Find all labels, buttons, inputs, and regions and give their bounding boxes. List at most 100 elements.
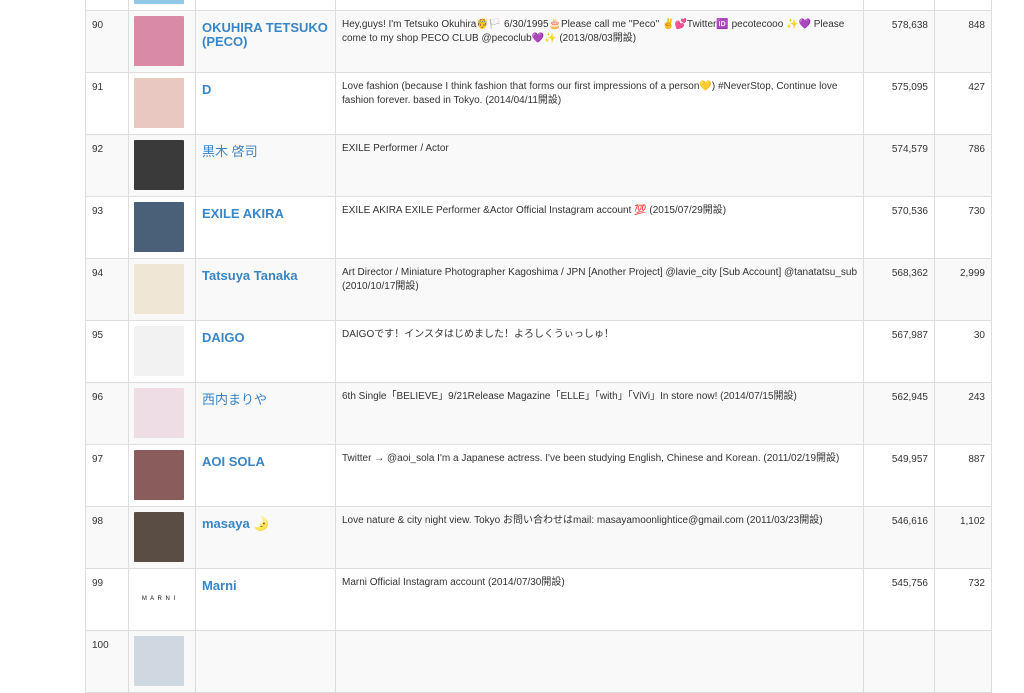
account-name-link[interactable]: D — [202, 83, 211, 97]
followers-cell: 568,362 — [863, 258, 935, 321]
posts-cell: 2,999 — [934, 258, 992, 321]
account-name-link[interactable]: 西内まりや — [202, 393, 267, 407]
bio-cell: DAIGOです！インスタはじめました！よろしくうぃっしゅ！ — [335, 320, 864, 383]
rank-cell: 97 — [85, 444, 129, 507]
followers-cell: 545,756 — [863, 568, 935, 631]
rank-cell: 92 — [85, 134, 129, 197]
table-row: 97 AOI SOLA Twitter → @aoi_sola I'm a Japa… — [85, 444, 992, 507]
rank-cell: 94 — [85, 258, 129, 321]
table-row: 94 Tatsuya Tanaka Art Director / Miniature… — [85, 258, 992, 321]
avatar[interactable]: M A R N I — [134, 574, 184, 624]
posts-cell — [934, 0, 992, 11]
bio-cell: Hey,guys! I'm Tetsuko Okuhira🤴🏳️ 6/30/19… — [335, 10, 864, 73]
avatar-cell — [128, 320, 196, 383]
avatar-cell — [128, 72, 196, 135]
followers-cell: 570,536 — [863, 196, 935, 259]
name-cell: DAIGO — [195, 320, 336, 383]
bio-cell — [335, 0, 864, 11]
avatar-cell — [128, 0, 196, 11]
rank-cell: 99 — [85, 568, 129, 631]
rank-cell: 93 — [85, 196, 129, 259]
posts-cell: 30 — [934, 320, 992, 383]
posts-cell: 848 — [934, 10, 992, 73]
avatar[interactable] — [134, 264, 184, 314]
table-row: 89 — [85, 0, 992, 11]
avatar-cell: M A R N I — [128, 568, 196, 631]
table-row: 98 masaya 🌛 Love nature & city night view.… — [85, 506, 992, 569]
avatar[interactable] — [134, 636, 184, 686]
followers-cell: 549,957 — [863, 444, 935, 507]
avatar[interactable] — [134, 450, 184, 500]
bio-cell: Twitter → @aoi_sola I'm a Japanese actre… — [335, 444, 864, 507]
ranking-table-wrapper: 8990 OKUHIRA TETSUKO (PECO)Hey,guys! I'm … — [85, 0, 992, 693]
account-name-link[interactable]: AOI SOLA — [202, 455, 265, 469]
account-name-link[interactable]: OKUHIRA TETSUKO (PECO) — [202, 21, 329, 49]
followers-cell: 578,638 — [863, 10, 935, 73]
posts-cell: 243 — [934, 382, 992, 445]
avatar-cell — [128, 506, 196, 569]
avatar-cell — [128, 134, 196, 197]
avatar[interactable] — [134, 202, 184, 252]
bio-cell: Art Director / Miniature Photographer Ka… — [335, 258, 864, 321]
posts-cell: 887 — [934, 444, 992, 507]
name-cell: 黒木 啓司 — [195, 134, 336, 197]
followers-cell — [863, 0, 935, 11]
avatar[interactable] — [134, 16, 184, 66]
account-name-link[interactable]: DAIGO — [202, 331, 245, 345]
posts-cell: 730 — [934, 196, 992, 259]
followers-cell: 567,987 — [863, 320, 935, 383]
table-row: 93 EXILE AKIRA EXILE AKIRA EXILE Performer… — [85, 196, 992, 259]
table-row: 91 D Love fashion (because I think fashion… — [85, 72, 992, 135]
posts-cell: 786 — [934, 134, 992, 197]
posts-cell: 1,102 — [934, 506, 992, 569]
table-row: 90 OKUHIRA TETSUKO (PECO) Hey,guys! I'm Te… — [85, 10, 992, 73]
name-cell: masaya 🌛 — [195, 506, 336, 569]
name-cell — [195, 0, 336, 11]
bio-cell: Love fashion (because I think fashion th… — [335, 72, 864, 135]
avatar-cell — [128, 196, 196, 259]
name-cell: 西内まりや — [195, 382, 336, 445]
avatar-cell — [128, 258, 196, 321]
rank-cell: 89 — [85, 0, 129, 11]
bio-cell: Love nature & city night view. Tokyo お問い… — [335, 506, 864, 569]
avatar[interactable] — [134, 388, 184, 438]
account-name-link[interactable]: masaya 🌛 — [202, 517, 270, 531]
name-cell: AOI SOLA — [195, 444, 336, 507]
avatar[interactable] — [134, 326, 184, 376]
account-name-link[interactable]: 黒木 啓司 — [202, 145, 258, 159]
table-row: 96 西内まりや 6th Single「BELIEVE」9/21Release Ma… — [85, 382, 992, 445]
bio-cell: EXILE Performer / Actor — [335, 134, 864, 197]
posts-cell: 732 — [934, 568, 992, 631]
avatar[interactable] — [134, 0, 184, 4]
rank-cell: 90 — [85, 10, 129, 73]
table-row: 99 M A R N I Marni Marni Official Instagram… — [85, 568, 992, 631]
avatar-cell — [128, 382, 196, 445]
name-cell: OKUHIRA TETSUKO (PECO) — [195, 10, 336, 73]
posts-cell: 427 — [934, 72, 992, 135]
avatar-cell — [128, 10, 196, 73]
followers-cell: 546,616 — [863, 506, 935, 569]
name-cell: Tatsuya Tanaka — [195, 258, 336, 321]
rank-cell: 96 — [85, 382, 129, 445]
table-row: 92 黒木 啓司 EXILE Performer / Actor 574,579 786 — [85, 134, 992, 197]
name-cell: EXILE AKIRA — [195, 196, 336, 259]
account-name-link[interactable]: Marni — [202, 579, 237, 593]
followers-cell: 562,945 — [863, 382, 935, 445]
account-name-link[interactable]: Tatsuya Tanaka — [202, 269, 298, 283]
followers-cell: 574,579 — [863, 134, 935, 197]
avatar[interactable] — [134, 78, 184, 128]
table-row: 95 DAIGO DAIGOです！インスタはじめました！よろしくうぃっしゅ！ 567,… — [85, 320, 992, 383]
avatar[interactable] — [134, 140, 184, 190]
name-cell: Marni — [195, 568, 336, 631]
rank-cell: 95 — [85, 320, 129, 383]
rank-cell: 98 — [85, 506, 129, 569]
avatar-cell — [128, 444, 196, 507]
account-name-link[interactable]: EXILE AKIRA — [202, 207, 284, 221]
avatar[interactable] — [134, 512, 184, 562]
bio-cell: 6th Single「BELIEVE」9/21Release Magazine「… — [335, 382, 864, 445]
followers-cell: 575,095 — [863, 72, 935, 135]
bio-cell: EXILE AKIRA EXILE Performer &Actor Offic… — [335, 196, 864, 259]
ranking-table: 8990 OKUHIRA TETSUKO (PECO)Hey,guys! I'm … — [85, 0, 992, 693]
rank-cell: 91 — [85, 72, 129, 135]
ranking-table-body: 8990 OKUHIRA TETSUKO (PECO)Hey,guys! I'm … — [85, 0, 992, 693]
